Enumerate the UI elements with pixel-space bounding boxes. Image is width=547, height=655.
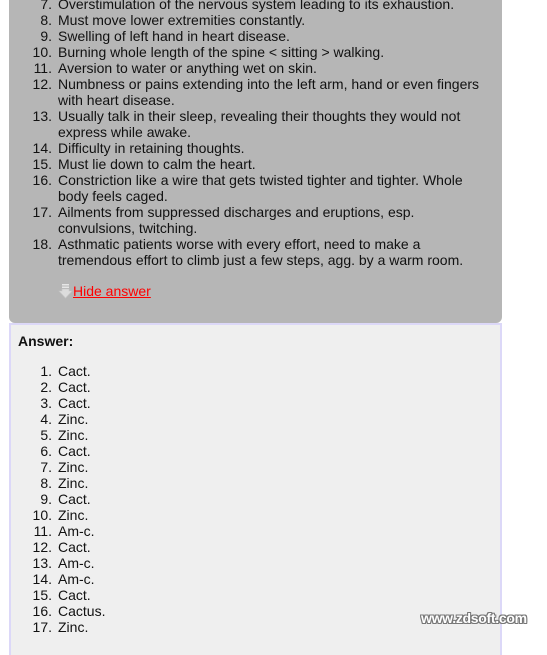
answer-list: 1. Cact. 2. Cact. 3. Cact. 4. Zinc. 5. Zinc. 6. Cac…: [9, 363, 498, 635]
item-text: Aversion to water or anything wet on ski…: [58, 60, 317, 76]
item-text: Zinc.: [58, 475, 89, 491]
answer-item: 6. Cact.: [9, 443, 498, 459]
item-number: 15.: [32, 587, 52, 603]
item-number: 13.: [32, 108, 52, 124]
answer-item: 12. Cact.: [9, 539, 498, 555]
item-number: 16.: [32, 603, 52, 619]
item-text: Swelling of left hand in heart disease.: [58, 28, 290, 44]
question-item: 13. Usually talk in their sleep, revealin…: [9, 108, 502, 140]
item-number: 6.: [40, 443, 52, 459]
item-number: 7.: [40, 459, 52, 475]
answer-item: 9. Cact.: [9, 491, 498, 507]
item-text: Cact.: [58, 539, 91, 555]
item-text: Cact.: [58, 443, 91, 459]
item-text: Cact.: [58, 491, 91, 507]
item-number: 10.: [32, 507, 52, 523]
answer-item: 14. Am-c.: [9, 571, 498, 587]
item-number: 10.: [32, 44, 52, 60]
item-text: Am-c.: [58, 571, 95, 587]
answer-item: 11. Am-c.: [9, 523, 498, 539]
item-number: 11.: [33, 523, 52, 539]
item-number: 13.: [32, 555, 52, 571]
item-text: Asthmatic patients worse with every effo…: [58, 236, 464, 268]
item-number: 5.: [40, 427, 52, 443]
question-item: 7. Overstimulation of the nervous system …: [9, 0, 502, 12]
item-text: Constriction like a wire that gets twist…: [58, 172, 463, 204]
hide-answer-link[interactable]: Hide answer: [73, 283, 151, 299]
item-text: Difficulty in retaining thoughts.: [58, 140, 245, 156]
question-list: 7. Overstimulation of the nervous system …: [9, 0, 502, 268]
question-panel: 7. Overstimulation of the nervous system …: [9, 0, 502, 323]
item-text: Zinc.: [58, 427, 89, 443]
item-text: Ailments from suppressed discharges and …: [58, 204, 415, 236]
question-item: 9. Swelling of left hand in heart disease…: [9, 28, 502, 44]
item-number: 18.: [32, 236, 52, 252]
question-item: 16. Constriction like a wire that gets tw…: [9, 172, 502, 204]
item-number: 9.: [40, 491, 52, 507]
item-number: 12.: [32, 539, 52, 555]
item-text: Zinc.: [58, 411, 89, 427]
answer-item: 7. Zinc.: [9, 459, 498, 475]
item-number: 16.: [32, 172, 52, 188]
item-text: Am-c.: [58, 555, 95, 571]
item-number: 1.: [40, 363, 52, 379]
item-text: Usually talk in their sleep, revealing t…: [58, 108, 461, 140]
item-number: 14.: [32, 571, 52, 587]
question-item: 11. Aversion to water or anything wet on …: [9, 60, 502, 76]
item-number: 17.: [32, 204, 52, 220]
answer-panel: Answer: 1. Cact. 2. Cact. 3. Cact. 4. Zinc. 5. Zi…: [9, 323, 502, 655]
question-item: 18. Asthmatic patients worse with every e…: [9, 236, 502, 268]
hide-answer-toggle[interactable]: Hide answer: [58, 283, 151, 299]
item-number: 15.: [32, 156, 52, 172]
item-text: Cact.: [58, 379, 91, 395]
item-number: 8.: [40, 12, 52, 28]
item-number: 9.: [40, 28, 52, 44]
question-item: 15. Must lie down to calm the heart.: [9, 156, 502, 172]
answer-title: Answer:: [18, 333, 74, 349]
item-number: 11.: [33, 60, 52, 76]
item-text: Cact.: [58, 587, 91, 603]
answer-item: 1. Cact.: [9, 363, 498, 379]
item-text: Cactus.: [58, 603, 106, 619]
answer-item: 4. Zinc.: [9, 411, 498, 427]
item-text: Numbness or pains extending into the lef…: [58, 76, 480, 108]
answer-item: 10. Zinc.: [9, 507, 498, 523]
item-text: Am-c.: [58, 523, 95, 539]
item-number: 17.: [32, 619, 52, 635]
question-item: 10. Burning whole length of the spine < s…: [9, 44, 502, 60]
question-item: 8. Must move lower extremities constantly…: [9, 12, 502, 28]
answer-item: 13. Am-c.: [9, 555, 498, 571]
item-text: Must move lower extremities constantly.: [58, 12, 306, 28]
answer-item: 3. Cact.: [9, 395, 498, 411]
item-text: Zinc.: [58, 507, 89, 523]
item-number: 7.: [40, 0, 52, 12]
item-number: 3.: [40, 395, 52, 411]
question-item: 14. Difficulty in retaining thoughts.: [9, 140, 502, 156]
question-item: 17. Ailments from suppressed discharges a…: [9, 204, 502, 236]
item-text: Zinc.: [58, 619, 89, 635]
item-number: 12.: [32, 76, 52, 92]
answer-item: 2. Cact.: [9, 379, 498, 395]
watermark: www.zdsoft.com: [421, 610, 527, 626]
item-number: 14.: [32, 140, 52, 156]
item-text: Overstimulation of the nervous system le…: [58, 0, 455, 12]
answer-item: 8. Zinc.: [9, 475, 498, 491]
item-number: 2.: [40, 379, 52, 395]
item-text: Cact.: [58, 363, 91, 379]
item-text: Cact.: [58, 395, 91, 411]
item-number: 4.: [40, 411, 52, 427]
answer-item: 5. Zinc.: [9, 427, 498, 443]
down-arrow-icon: [58, 283, 73, 299]
answer-item: 15. Cact.: [9, 587, 498, 603]
item-number: 8.: [40, 475, 52, 491]
item-text: Burning whole length of the spine < sitt…: [58, 44, 385, 60]
question-item: 12. Numbness or pains extending into the …: [9, 76, 502, 108]
item-text: Zinc.: [58, 459, 89, 475]
item-text: Must lie down to calm the heart.: [58, 156, 256, 172]
